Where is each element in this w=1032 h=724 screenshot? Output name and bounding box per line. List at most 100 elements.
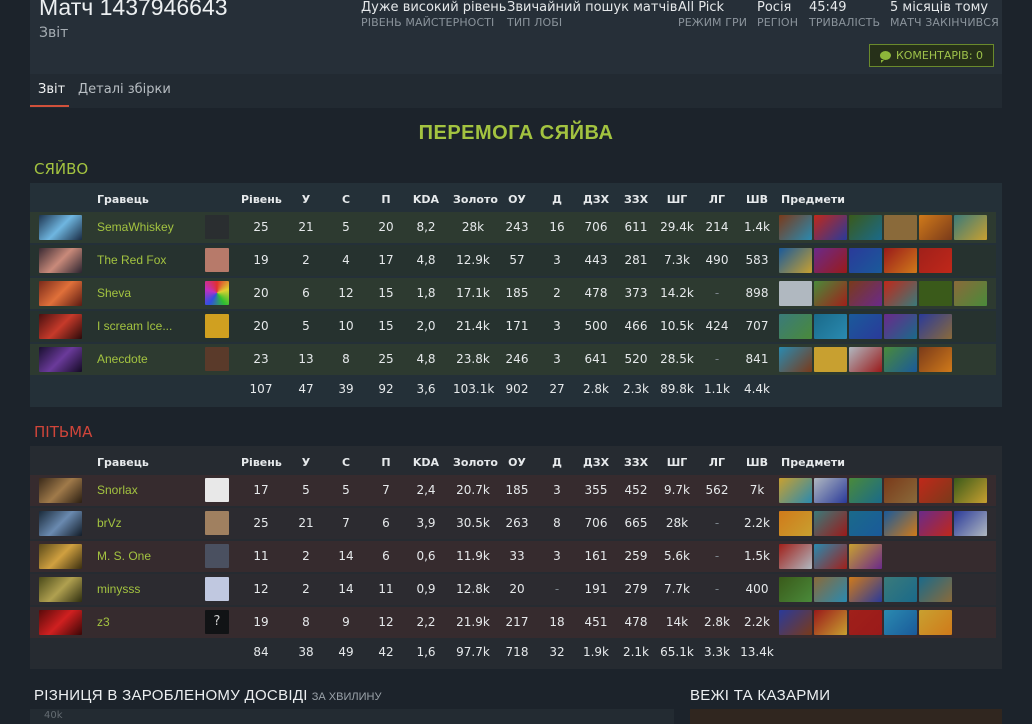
- item-icon[interactable]: [954, 511, 987, 536]
- item-icon[interactable]: [954, 281, 987, 306]
- item-icon[interactable]: [919, 347, 952, 372]
- item-icon[interactable]: [884, 215, 917, 240]
- item-icon[interactable]: [849, 347, 882, 372]
- item-icon[interactable]: [919, 610, 952, 635]
- item-icon[interactable]: [884, 577, 917, 602]
- item-icon[interactable]: [849, 215, 882, 240]
- hero-portrait[interactable]: [39, 281, 82, 306]
- item-icon[interactable]: [814, 544, 847, 569]
- item-icon[interactable]: [779, 610, 812, 635]
- item-icon[interactable]: [814, 577, 847, 602]
- item-icon[interactable]: [919, 314, 952, 339]
- player-avatar[interactable]: [205, 215, 229, 239]
- hero-portrait[interactable]: [39, 478, 82, 503]
- unknown-avatar-icon[interactable]: ?: [205, 610, 229, 634]
- item-icon[interactable]: [814, 610, 847, 635]
- player-avatar[interactable]: [205, 478, 229, 502]
- hero-portrait[interactable]: [39, 347, 82, 372]
- item-icon[interactable]: [919, 577, 952, 602]
- player-avatar[interactable]: [205, 281, 229, 305]
- tab-report[interactable]: Звіт: [38, 82, 65, 97]
- tab-build-details[interactable]: Деталі збірки: [78, 82, 171, 97]
- player-name-link[interactable]: brVz: [97, 516, 122, 530]
- player-name-link[interactable]: SemaWhiskey: [97, 220, 174, 234]
- stat-gpm: 520: [624, 352, 648, 366]
- hero-portrait[interactable]: [39, 610, 82, 635]
- item-icon[interactable]: [779, 577, 812, 602]
- item-icon[interactable]: [884, 347, 917, 372]
- xp-diff-graph: 40k: [30, 709, 674, 724]
- item-icon[interactable]: [814, 281, 847, 306]
- item-icon[interactable]: [779, 281, 812, 306]
- player-avatar[interactable]: [205, 511, 229, 535]
- item-icon[interactable]: [919, 478, 952, 503]
- item-icon[interactable]: [814, 248, 847, 273]
- player-name-link[interactable]: I scream Ice...: [97, 319, 172, 333]
- item-icon[interactable]: [849, 248, 882, 273]
- item-icon[interactable]: [919, 511, 952, 536]
- comments-button[interactable]: КОМЕНТАРІВ: 0: [869, 44, 994, 67]
- player-name-link[interactable]: Sheva: [97, 286, 131, 300]
- player-avatar[interactable]: [205, 248, 229, 272]
- item-icon[interactable]: [779, 544, 812, 569]
- item-icon[interactable]: [884, 314, 917, 339]
- item-icon[interactable]: [884, 610, 917, 635]
- item-icon[interactable]: [884, 248, 917, 273]
- item-icon[interactable]: [814, 478, 847, 503]
- radiant-table: Гравець Рівень У С П KDA Золото ОУ Д ДЗХ ЗЗХ ШГ ЛГ ШВ…: [30, 183, 1002, 407]
- item-icon[interactable]: [814, 511, 847, 536]
- item-icon[interactable]: [919, 215, 952, 240]
- item-icon[interactable]: [849, 478, 882, 503]
- player-name-link[interactable]: M. S. One: [97, 549, 151, 563]
- item-icon[interactable]: [849, 281, 882, 306]
- item-icon[interactable]: [814, 215, 847, 240]
- item-icon[interactable]: [779, 215, 812, 240]
- total-xpm: 2.8k: [582, 382, 610, 396]
- item-icon[interactable]: [884, 511, 917, 536]
- item-icon[interactable]: [954, 215, 987, 240]
- stat-kda: 1,8: [416, 286, 436, 300]
- player-avatar[interactable]: [205, 577, 229, 601]
- stat-level: 17: [253, 483, 269, 497]
- item-icon[interactable]: [849, 511, 882, 536]
- hero-portrait[interactable]: [39, 544, 82, 569]
- item-icon[interactable]: [779, 248, 812, 273]
- player-name-link[interactable]: minysss: [97, 582, 140, 596]
- stat-last-hits: 246: [505, 352, 529, 366]
- stat-level: 20: [253, 319, 269, 333]
- item-icon[interactable]: [779, 511, 812, 536]
- player-avatar[interactable]: [205, 314, 229, 338]
- stat-deaths: 14: [338, 549, 354, 563]
- item-icon[interactable]: [779, 347, 812, 372]
- item-icon[interactable]: [849, 314, 882, 339]
- stat-xpm: 161: [584, 549, 608, 563]
- stat-hero-healing: 490: [705, 253, 729, 267]
- item-icon[interactable]: [849, 544, 882, 569]
- item-icon[interactable]: [884, 478, 917, 503]
- item-icon[interactable]: [919, 248, 952, 273]
- item-icon[interactable]: [884, 281, 917, 306]
- hero-portrait[interactable]: [39, 314, 82, 339]
- stat-gpm: 665: [624, 516, 648, 530]
- player-name-link[interactable]: Anecdote: [97, 352, 148, 366]
- hero-portrait[interactable]: [39, 215, 82, 240]
- item-icon[interactable]: [919, 281, 952, 306]
- match-subtitle: Звіт: [39, 25, 69, 41]
- item-icon[interactable]: [954, 478, 987, 503]
- stat-deaths: 12: [338, 286, 354, 300]
- item-icon[interactable]: [779, 478, 812, 503]
- item-icon[interactable]: [814, 314, 847, 339]
- player-name-link[interactable]: z3: [97, 615, 110, 629]
- player-name-link[interactable]: Snorlax: [97, 483, 138, 497]
- player-name-link[interactable]: The Red Fox: [97, 253, 166, 267]
- item-icon[interactable]: [849, 610, 882, 635]
- hero-portrait[interactable]: [39, 248, 82, 273]
- player-avatar[interactable]: [205, 544, 229, 568]
- column-header: У: [301, 456, 311, 469]
- player-avatar[interactable]: [205, 347, 229, 371]
- item-icon[interactable]: [779, 314, 812, 339]
- hero-portrait[interactable]: [39, 511, 82, 536]
- hero-portrait[interactable]: [39, 577, 82, 602]
- item-icon[interactable]: [814, 347, 847, 372]
- item-icon[interactable]: [849, 577, 882, 602]
